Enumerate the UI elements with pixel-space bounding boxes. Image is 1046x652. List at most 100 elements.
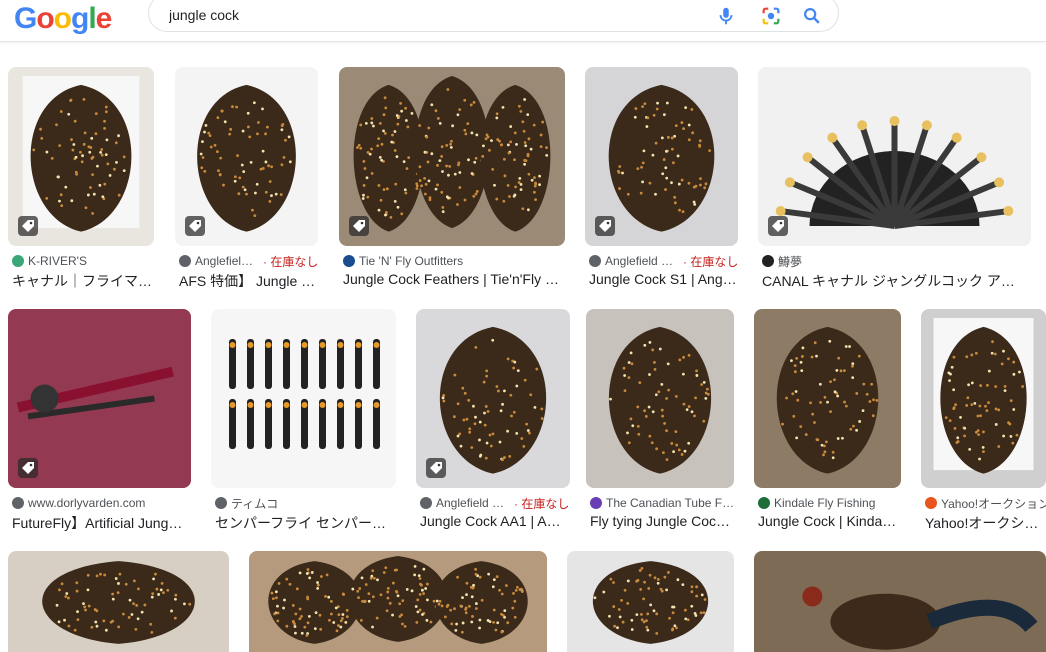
source-name: K-RIVER'S [28, 254, 87, 268]
source-name: www.dorlyvarden.com [28, 496, 145, 510]
source-name: The Canadian Tube F… [606, 496, 734, 510]
logo-letter: o [54, 2, 71, 36]
price-tag-icon [426, 458, 446, 478]
google-lens-icon[interactable] [760, 5, 782, 27]
result-thumbnail[interactable] [585, 67, 738, 246]
result-thumbnail[interactable] [8, 309, 191, 488]
out-of-stock-label: · 在庫なし [263, 254, 318, 268]
result-source[interactable]: Kindale Fly Fishing [758, 496, 901, 510]
search-input[interactable] [169, 7, 709, 23]
result-image [339, 67, 565, 246]
result-image [211, 309, 396, 488]
result-title[interactable]: CANAL キャナル ジャングルコック ア… [762, 271, 1031, 291]
result-thumbnail[interactable] [8, 67, 154, 246]
result-title[interactable]: Jungle Cock S1 | Ang… [589, 271, 738, 287]
image-result[interactable]: The Canadian Tube F… Fly tying Jungle Coc… [586, 309, 734, 539]
out-of-stock-label: · 在庫なし [683, 254, 738, 268]
top-bar: Google [0, 0, 1046, 42]
source-name: Anglefield … [436, 496, 504, 510]
source-name: Kindale Fly Fishing [774, 496, 875, 510]
result-thumbnail[interactable] [754, 309, 901, 488]
result-title[interactable]: Jungle Cock Feathers | Tie'n'Fly … [343, 271, 565, 287]
site-favicon-icon [420, 497, 432, 509]
result-source[interactable]: www.dorlyvarden.com [12, 496, 191, 510]
result-source[interactable]: Anglefiel… · 在庫なし [179, 254, 318, 268]
price-tag-icon [595, 216, 615, 236]
result-source[interactable]: The Canadian Tube F… [590, 496, 734, 510]
image-result[interactable]: Tie 'N' Fly Outfitters Jungle Cock Feathe… [339, 67, 565, 297]
result-thumbnail[interactable] [249, 551, 547, 652]
result-title[interactable]: Jungle Cock AA1 | A… [420, 513, 570, 529]
logo-letter: g [71, 2, 88, 36]
source-name: Tie 'N' Fly Outfitters [359, 254, 463, 268]
source-name: ティムコ [231, 496, 278, 510]
site-favicon-icon [12, 255, 24, 267]
result-source[interactable]: Anglefield … · 在庫なし [420, 496, 570, 510]
image-result[interactable] [249, 551, 547, 652]
result-source[interactable]: K-RIVER'S [12, 254, 154, 268]
image-result[interactable]: Anglefiel… · 在庫なし AFS 特価】 Jungle … [175, 67, 318, 297]
image-result[interactable]: ティムコセンパーフライ センパー… [211, 309, 396, 539]
site-favicon-icon [12, 497, 24, 509]
image-result[interactable]: Anglefield … · 在庫なし Jungle Cock S1 | Ang… [585, 67, 738, 297]
result-thumbnail[interactable] [586, 309, 734, 488]
out-of-stock-label: · 在庫なし [514, 496, 569, 510]
price-tag-icon [18, 458, 38, 478]
result-source[interactable]: 鱒夢 [762, 254, 1031, 268]
result-source[interactable]: ティムコ [215, 496, 396, 510]
result-thumbnail[interactable] [416, 309, 570, 488]
site-favicon-icon [925, 497, 937, 509]
logo-letter: G [14, 2, 36, 36]
image-result[interactable]: 鱒夢 CANAL キャナル ジャングルコック ア… [758, 67, 1031, 297]
price-tag-icon [349, 216, 369, 236]
result-title[interactable]: AFS 特価】 Jungle … [179, 271, 318, 291]
result-title[interactable]: FutureFly】Artificial Jung… [12, 513, 191, 533]
result-source[interactable]: Anglefield … · 在庫なし [589, 254, 738, 268]
result-thumbnail[interactable] [567, 551, 734, 652]
image-result[interactable] [8, 551, 229, 652]
result-image [567, 551, 734, 652]
result-thumbnail[interactable] [754, 551, 1046, 652]
image-result[interactable]: Anglefield … · 在庫なし Jungle Cock AA1 | A… [416, 309, 570, 539]
result-title[interactable]: キャナル｜フライマ… [12, 271, 154, 291]
result-thumbnail[interactable] [211, 309, 396, 488]
image-result[interactable]: www.dorlyvarden.com FutureFly】Artificial … [8, 309, 191, 539]
result-source[interactable]: Tie 'N' Fly Outfitters [343, 254, 565, 268]
source-name: Anglefield … [605, 254, 673, 268]
image-result[interactable]: Yahoo!オークション Yahoo!オークショ… [921, 309, 1046, 539]
search-box[interactable] [148, 0, 839, 32]
result-image [8, 551, 229, 652]
result-image [921, 309, 1046, 488]
result-thumbnail[interactable] [175, 67, 318, 246]
mic-icon[interactable] [715, 5, 737, 27]
result-image [249, 551, 547, 652]
image-result[interactable]: Kindale Fly Fishing Jungle Cock | Kinda… [754, 309, 901, 539]
result-title[interactable]: Yahoo!オークショ… [925, 513, 1046, 533]
result-title[interactable]: Jungle Cock | Kinda… [758, 513, 901, 529]
site-favicon-icon [179, 255, 191, 267]
google-logo[interactable]: Google [14, 2, 111, 36]
result-thumbnail[interactable] [921, 309, 1046, 488]
result-title[interactable]: Fly tying Jungle Coc… [590, 513, 734, 529]
result-thumbnail[interactable] [339, 67, 565, 246]
logo-letter: e [96, 2, 112, 36]
result-image [586, 309, 734, 488]
image-result[interactable] [567, 551, 734, 652]
result-thumbnail[interactable] [8, 551, 229, 652]
search-icon[interactable] [801, 5, 823, 27]
result-thumbnail[interactable] [758, 67, 1031, 246]
image-result[interactable] [754, 551, 1046, 652]
result-source[interactable]: Yahoo!オークション [925, 496, 1046, 510]
result-image [754, 551, 1046, 652]
result-title[interactable]: センパーフライ センパー… [215, 513, 396, 533]
site-favicon-icon [589, 255, 601, 267]
source-name: Anglefiel… [195, 254, 253, 268]
price-tag-icon [185, 216, 205, 236]
logo-letter: l [88, 2, 95, 36]
price-tag-icon [18, 216, 38, 236]
site-favicon-icon [215, 497, 227, 509]
image-result[interactable]: K-RIVER'S キャナル｜フライマ… [8, 67, 154, 297]
source-name: 鱒夢 [778, 254, 802, 268]
result-image [754, 309, 901, 488]
result-image [758, 67, 1031, 246]
